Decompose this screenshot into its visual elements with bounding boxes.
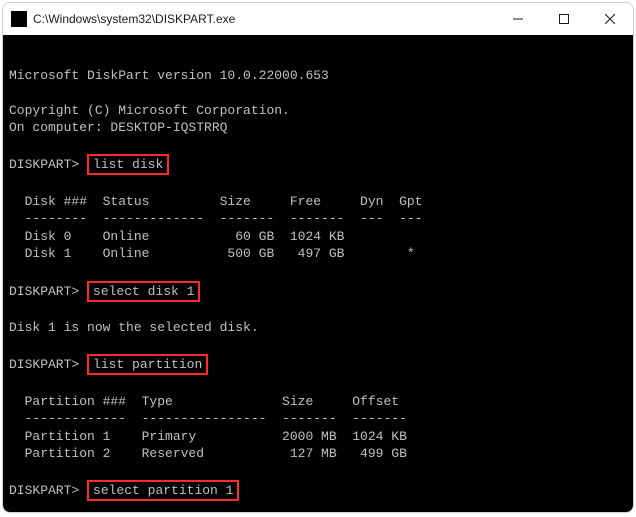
window-title: C:\Windows\system32\DISKPART.exe bbox=[33, 12, 495, 26]
command-select-disk: select disk 1 bbox=[87, 281, 200, 302]
partition-row-1: Partition 2 Reserved 127 MB 499 GB bbox=[9, 446, 407, 461]
prompt: DISKPART> bbox=[9, 157, 79, 172]
window-controls bbox=[495, 3, 633, 35]
titlebar[interactable]: C:\Windows\system32\DISKPART.exe bbox=[3, 3, 633, 35]
partition-table-divider: ------------- ---------------- ------- -… bbox=[9, 411, 407, 426]
computer-line: On computer: DESKTOP-IQSTRRQ bbox=[9, 120, 227, 135]
copyright-line: Copyright (C) Microsoft Corporation. bbox=[9, 103, 290, 118]
command-select-partition: select partition 1 bbox=[87, 480, 239, 501]
maximize-icon bbox=[559, 14, 569, 24]
partition-table-header: Partition ### Type Size Offset bbox=[9, 394, 399, 409]
terminal-output[interactable]: Microsoft DiskPart version 10.0.22000.65… bbox=[3, 35, 633, 512]
minimize-button[interactable] bbox=[495, 3, 541, 35]
version-line: Microsoft DiskPart version 10.0.22000.65… bbox=[9, 68, 329, 83]
close-button[interactable] bbox=[587, 3, 633, 35]
minimize-icon bbox=[513, 14, 523, 24]
command-list-disk: list disk bbox=[87, 154, 169, 175]
partition-row-0: Partition 1 Primary 2000 MB 1024 KB bbox=[9, 429, 407, 444]
application-window: C:\Windows\system32\DISKPART.exe Microso… bbox=[2, 2, 634, 513]
disk-table-header: Disk ### Status Size Free Dyn Gpt bbox=[9, 194, 422, 209]
close-icon bbox=[605, 14, 615, 24]
command-list-partition: list partition bbox=[87, 354, 208, 375]
maximize-button[interactable] bbox=[541, 3, 587, 35]
message-disk-selected: Disk 1 is now the selected disk. bbox=[9, 320, 259, 335]
disk-table-divider: -------- ------------- ------- ------- -… bbox=[9, 211, 422, 226]
prompt: DISKPART> bbox=[9, 284, 79, 299]
prompt: DISKPART> bbox=[9, 483, 79, 498]
prompt: DISKPART> bbox=[9, 357, 79, 372]
disk-row-0: Disk 0 Online 60 GB 1024 KB bbox=[9, 229, 438, 244]
app-icon bbox=[11, 11, 27, 27]
disk-row-1: Disk 1 Online 500 GB 497 GB * bbox=[9, 246, 438, 261]
